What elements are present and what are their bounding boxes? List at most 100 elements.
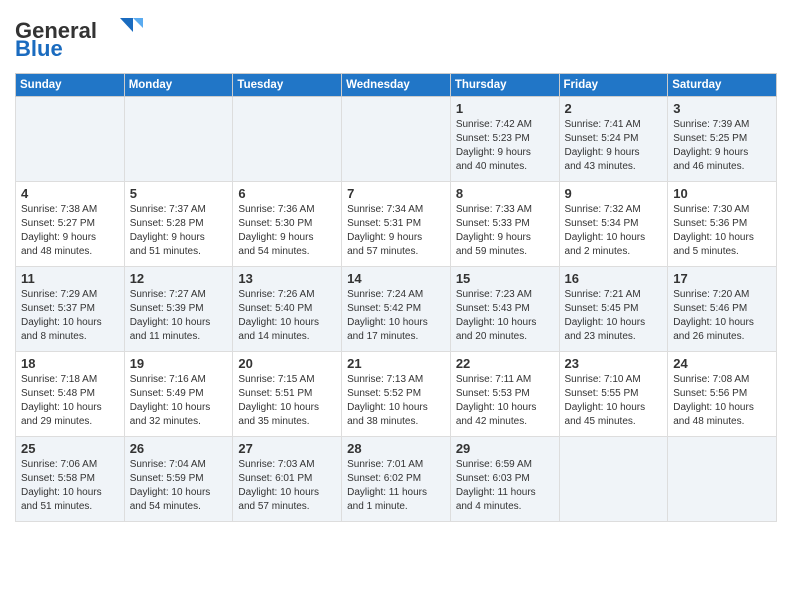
weekday-header-thursday: Thursday [450,74,559,97]
day-info: Sunrise: 7:16 AM Sunset: 5:49 PM Dayligh… [130,373,228,429]
day-number: 13 [238,271,336,286]
day-info: Sunrise: 7:34 AM Sunset: 5:31 PM Dayligh… [347,203,445,259]
day-number: 5 [130,186,228,201]
day-number: 19 [130,356,228,371]
day-number: 9 [565,186,663,201]
page-header: General Blue [15,10,777,65]
calendar-week-2: 4 Sunrise: 7:38 AM Sunset: 5:27 PM Daylig… [16,182,777,267]
day-info: Sunrise: 7:01 AM Sunset: 6:02 PM Dayligh… [347,458,445,514]
calendar-cell: 21 Sunrise: 7:13 AM Sunset: 5:52 PM Dayli… [342,352,451,437]
day-number: 15 [456,271,554,286]
day-number: 14 [347,271,445,286]
day-number: 26 [130,441,228,456]
day-info: Sunrise: 7:32 AM Sunset: 5:34 PM Dayligh… [565,203,663,259]
day-info: Sunrise: 7:42 AM Sunset: 5:23 PM Dayligh… [456,118,554,174]
calendar-week-3: 11 Sunrise: 7:29 AM Sunset: 5:37 PM Dayli… [16,267,777,352]
day-number: 24 [673,356,771,371]
day-number: 18 [21,356,119,371]
calendar-cell: 17 Sunrise: 7:20 AM Sunset: 5:46 PM Dayli… [668,267,777,352]
weekday-header-tuesday: Tuesday [233,74,342,97]
calendar-cell: 10 Sunrise: 7:30 AM Sunset: 5:36 PM Dayli… [668,182,777,267]
day-number: 6 [238,186,336,201]
day-info: Sunrise: 7:04 AM Sunset: 5:59 PM Dayligh… [130,458,228,514]
calendar-cell: 23 Sunrise: 7:10 AM Sunset: 5:55 PM Dayli… [559,352,668,437]
day-info: Sunrise: 7:30 AM Sunset: 5:36 PM Dayligh… [673,203,771,259]
day-number: 28 [347,441,445,456]
weekday-header-friday: Friday [559,74,668,97]
calendar-week-5: 25Sunrise: 7:06 AM Sunset: 5:58 PM Dayli… [16,437,777,522]
calendar-cell [342,97,451,182]
day-number: 20 [238,356,336,371]
day-number: 23 [565,356,663,371]
calendar-cell: 9 Sunrise: 7:32 AM Sunset: 5:34 PM Daylig… [559,182,668,267]
day-info: Sunrise: 7:13 AM Sunset: 5:52 PM Dayligh… [347,373,445,429]
calendar-cell: 19 Sunrise: 7:16 AM Sunset: 5:49 PM Dayli… [124,352,233,437]
day-info: Sunrise: 7:08 AM Sunset: 5:56 PM Dayligh… [673,373,771,429]
calendar-cell: 6 Sunrise: 7:36 AM Sunset: 5:30 PM Daylig… [233,182,342,267]
calendar-cell: 20 Sunrise: 7:15 AM Sunset: 5:51 PM Dayli… [233,352,342,437]
calendar-cell: 15 Sunrise: 7:23 AM Sunset: 5:43 PM Dayli… [450,267,559,352]
calendar-cell: 22Sunrise: 7:11 AM Sunset: 5:53 PM Dayli… [450,352,559,437]
day-info: Sunrise: 7:29 AM Sunset: 5:37 PM Dayligh… [21,288,119,344]
calendar-cell: 25Sunrise: 7:06 AM Sunset: 5:58 PM Dayli… [16,437,125,522]
calendar-cell: 11 Sunrise: 7:29 AM Sunset: 5:37 PM Dayli… [16,267,125,352]
calendar-header-row: SundayMondayTuesdayWednesdayThursdayFrid… [16,74,777,97]
day-number: 25 [21,441,119,456]
day-number: 4 [21,186,119,201]
day-info: Sunrise: 7:33 AM Sunset: 5:33 PM Dayligh… [456,203,554,259]
day-number: 7 [347,186,445,201]
day-info: Sunrise: 7:10 AM Sunset: 5:55 PM Dayligh… [565,373,663,429]
calendar-cell: 18 Sunrise: 7:18 AM Sunset: 5:48 PM Dayli… [16,352,125,437]
day-number: 21 [347,356,445,371]
day-number: 10 [673,186,771,201]
day-number: 29 [456,441,554,456]
weekday-header-wednesday: Wednesday [342,74,451,97]
day-number: 2 [565,101,663,116]
calendar-cell [668,437,777,522]
day-info: Sunrise: 7:03 AM Sunset: 6:01 PM Dayligh… [238,458,336,514]
day-number: 1 [456,101,554,116]
day-info: Sunrise: 7:41 AM Sunset: 5:24 PM Dayligh… [565,118,663,174]
calendar-cell: 5 Sunrise: 7:37 AM Sunset: 5:28 PM Daylig… [124,182,233,267]
day-number: 27 [238,441,336,456]
day-info: Sunrise: 7:18 AM Sunset: 5:48 PM Dayligh… [21,373,119,429]
day-info: Sunrise: 7:15 AM Sunset: 5:51 PM Dayligh… [238,373,336,429]
day-info: Sunrise: 7:37 AM Sunset: 5:28 PM Dayligh… [130,203,228,259]
day-info: Sunrise: 7:36 AM Sunset: 5:30 PM Dayligh… [238,203,336,259]
calendar-cell: 2 Sunrise: 7:41 AM Sunset: 5:24 PM Daylig… [559,97,668,182]
logo-text: General Blue [15,10,145,65]
calendar-cell: 24 Sunrise: 7:08 AM Sunset: 5:56 PM Dayli… [668,352,777,437]
calendar-cell: 27 Sunrise: 7:03 AM Sunset: 6:01 PM Dayli… [233,437,342,522]
calendar-cell: 4 Sunrise: 7:38 AM Sunset: 5:27 PM Daylig… [16,182,125,267]
calendar-cell [124,97,233,182]
day-number: 22 [456,356,554,371]
day-number: 11 [21,271,119,286]
calendar-cell: 28 Sunrise: 7:01 AM Sunset: 6:02 PM Dayli… [342,437,451,522]
day-info: Sunrise: 7:38 AM Sunset: 5:27 PM Dayligh… [21,203,119,259]
calendar-cell: 13Sunrise: 7:26 AM Sunset: 5:40 PM Dayli… [233,267,342,352]
calendar-cell: 3Sunrise: 7:39 AM Sunset: 5:25 PM Daylig… [668,97,777,182]
day-number: 17 [673,271,771,286]
day-info: Sunrise: 7:21 AM Sunset: 5:45 PM Dayligh… [565,288,663,344]
calendar-cell: 7 Sunrise: 7:34 AM Sunset: 5:31 PM Daylig… [342,182,451,267]
svg-text:Blue: Blue [15,36,63,60]
calendar-week-1: 1 Sunrise: 7:42 AM Sunset: 5:23 PM Daylig… [16,97,777,182]
calendar-cell [16,97,125,182]
weekday-header-monday: Monday [124,74,233,97]
logo: General Blue [15,10,145,65]
calendar-cell [559,437,668,522]
day-number: 3 [673,101,771,116]
day-info: Sunrise: 7:24 AM Sunset: 5:42 PM Dayligh… [347,288,445,344]
weekday-header-saturday: Saturday [668,74,777,97]
day-info: Sunrise: 7:20 AM Sunset: 5:46 PM Dayligh… [673,288,771,344]
calendar-cell: 12Sunrise: 7:27 AM Sunset: 5:39 PM Dayli… [124,267,233,352]
weekday-header-sunday: Sunday [16,74,125,97]
day-info: Sunrise: 7:23 AM Sunset: 5:43 PM Dayligh… [456,288,554,344]
calendar-cell: 8Sunrise: 7:33 AM Sunset: 5:33 PM Daylig… [450,182,559,267]
day-info: Sunrise: 6:59 AM Sunset: 6:03 PM Dayligh… [456,458,554,514]
calendar-cell: 14 Sunrise: 7:24 AM Sunset: 5:42 PM Dayli… [342,267,451,352]
calendar-cell: 16Sunrise: 7:21 AM Sunset: 5:45 PM Dayli… [559,267,668,352]
calendar-cell: 1 Sunrise: 7:42 AM Sunset: 5:23 PM Daylig… [450,97,559,182]
calendar-cell: 26 Sunrise: 7:04 AM Sunset: 5:59 PM Dayli… [124,437,233,522]
day-number: 12 [130,271,228,286]
